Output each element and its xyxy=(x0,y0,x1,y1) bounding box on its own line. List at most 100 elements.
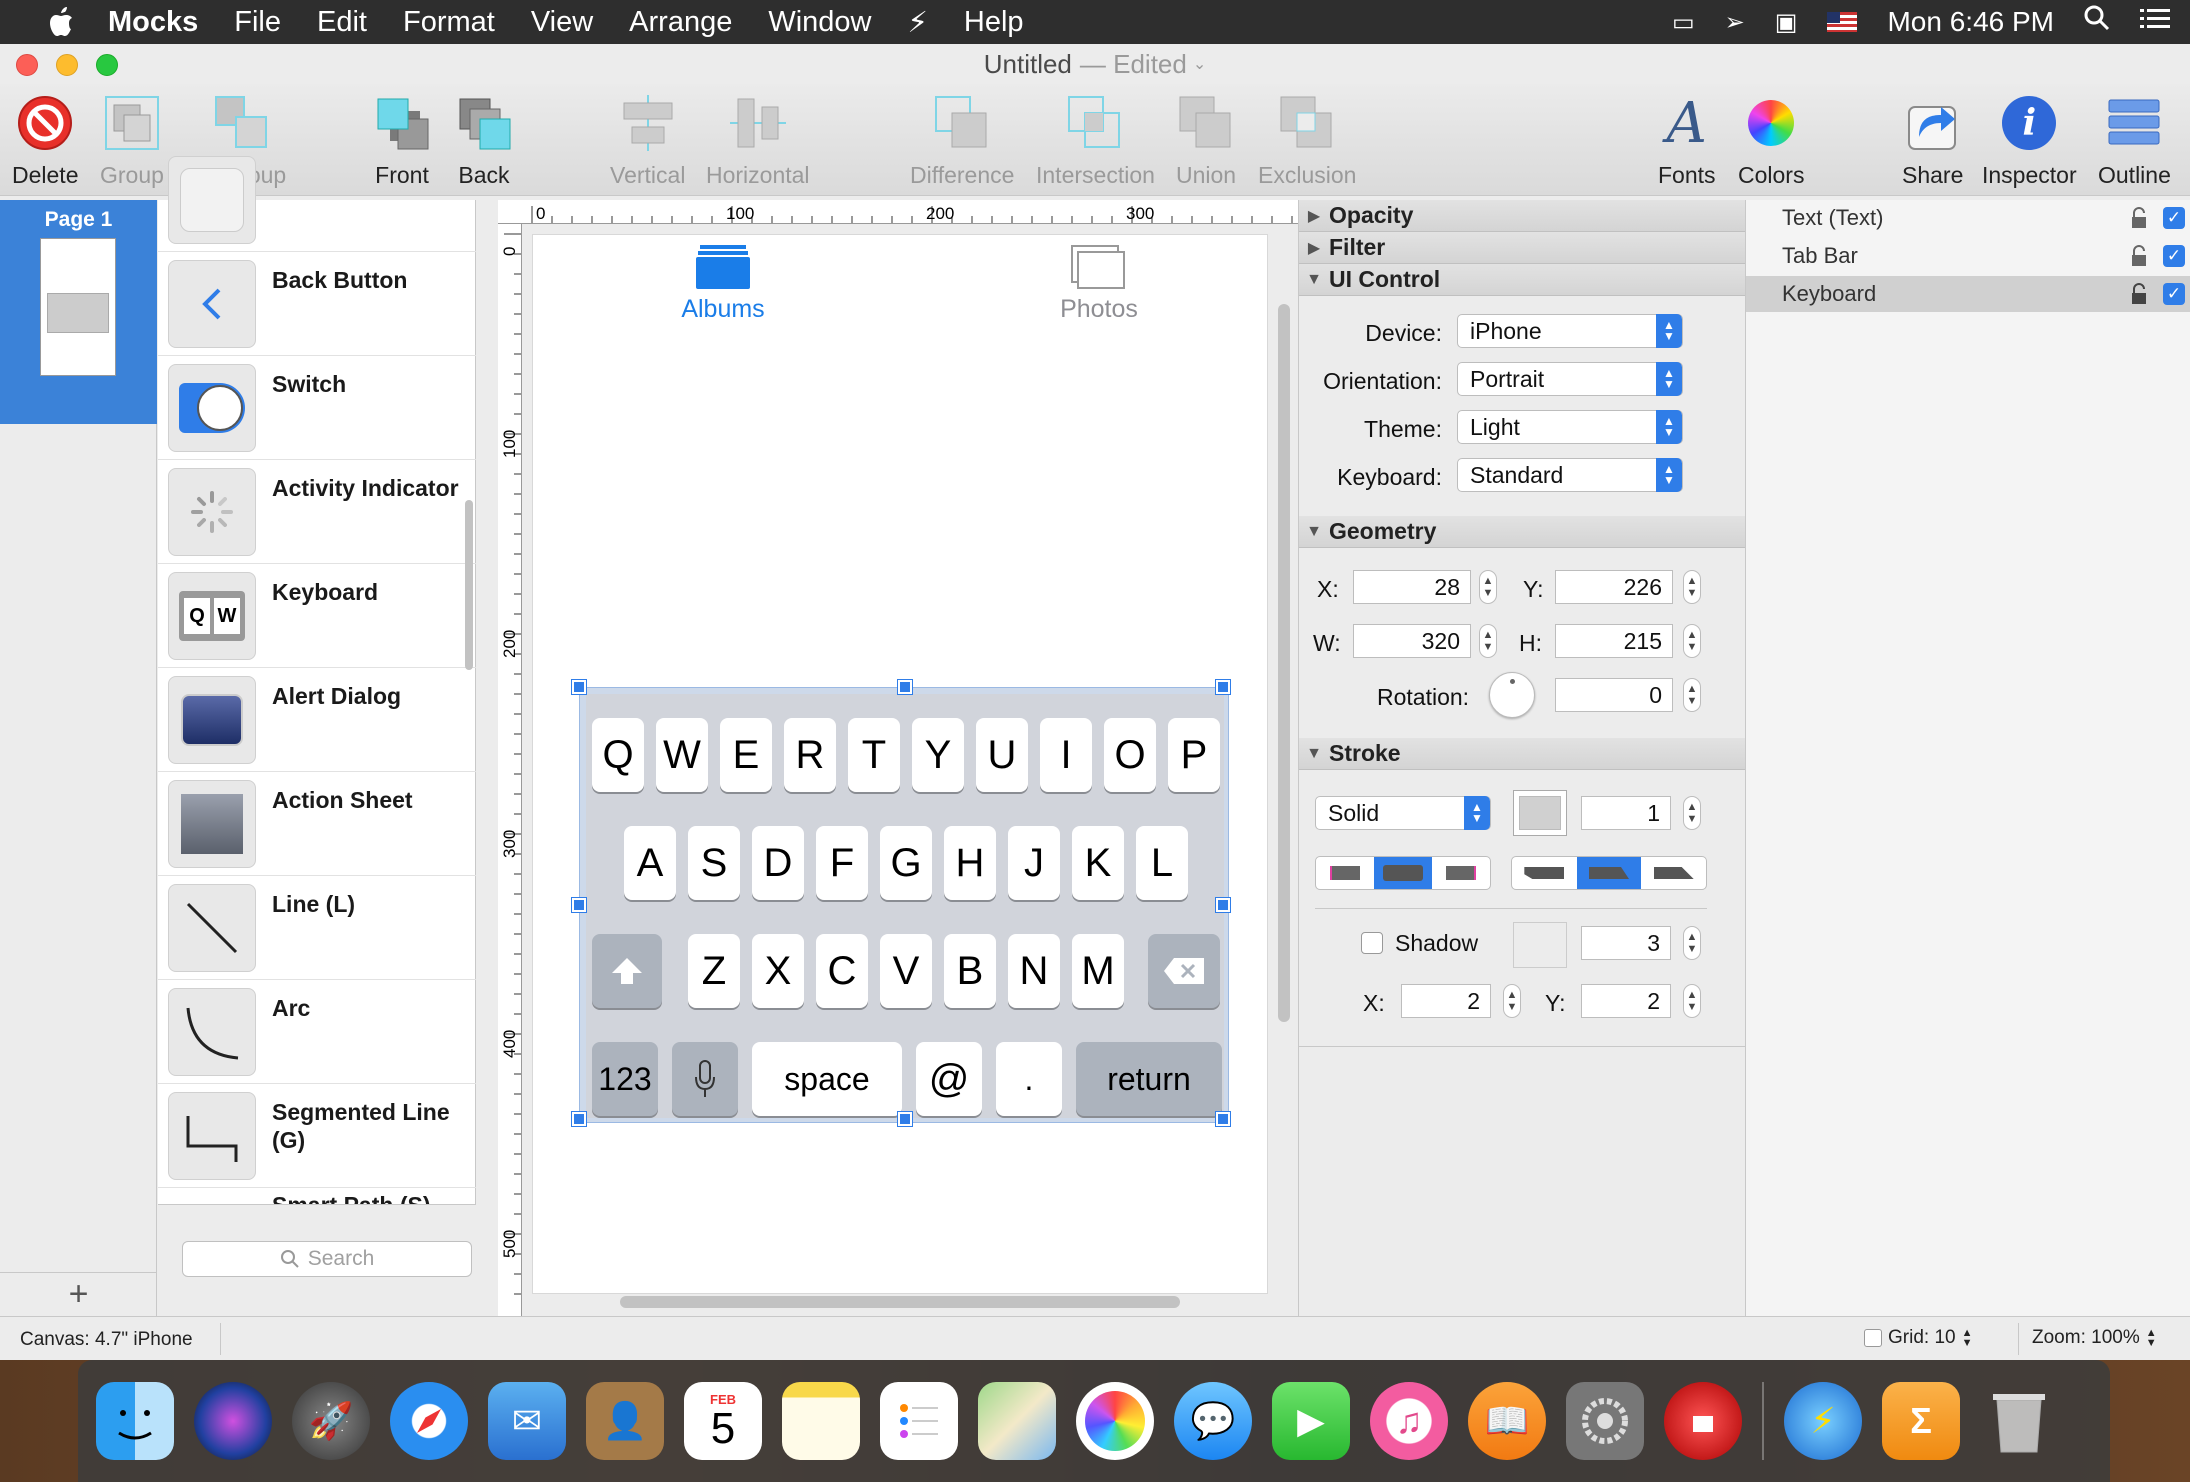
key-o[interactable]: O xyxy=(1104,718,1156,792)
dot-key[interactable]: . xyxy=(996,1042,1062,1116)
width-field[interactable]: 320 xyxy=(1353,624,1471,658)
resize-handle-mr[interactable] xyxy=(1215,897,1231,913)
orientation-select[interactable]: Portrait ▲ ▼ xyxy=(1457,362,1683,396)
colors-button[interactable]: Colors xyxy=(1738,90,1804,189)
shadow-x-field[interactable]: 2 xyxy=(1401,984,1491,1018)
mock-tab-albums[interactable]: Albums xyxy=(663,245,783,335)
shadow-blur-stepper[interactable]: ▲ ▼ xyxy=(1683,926,1701,960)
spotlight-search-icon[interactable] xyxy=(2084,5,2110,39)
shadow-color-well[interactable] xyxy=(1513,922,1567,968)
ui-control-section-header[interactable]: ▼ UI Control xyxy=(1299,264,1745,296)
opacity-section-header[interactable]: ▶ Opacity xyxy=(1299,200,1745,232)
mocks-app-icon[interactable] xyxy=(1664,1382,1742,1460)
theme-select[interactable]: Light ▲ ▼ xyxy=(1457,410,1683,444)
lock-icon[interactable] xyxy=(2131,245,2147,267)
key-f[interactable]: F xyxy=(816,826,868,900)
shift-key[interactable] xyxy=(592,934,662,1008)
width-stepper[interactable]: ▲ ▼ xyxy=(1479,624,1497,658)
zoom-control[interactable]: Zoom: 100% ▲ ▼ xyxy=(2032,1327,2157,1349)
calendar-icon[interactable]: FEB 5 xyxy=(684,1382,762,1460)
round-cap-icon[interactable] xyxy=(1576,857,1642,889)
flag-icon[interactable] xyxy=(1827,12,1858,32)
ibooks-icon[interactable]: 📖 xyxy=(1468,1382,1546,1460)
intersection-button[interactable]: Intersection xyxy=(1036,90,1155,189)
design-canvas[interactable]: Albums Photos Q W E R T Y U I O P A S D … xyxy=(532,234,1268,1294)
height-field[interactable]: 215 xyxy=(1555,624,1673,658)
itunes-icon[interactable]: ♫ xyxy=(1370,1382,1448,1460)
shadow-y-field[interactable]: 2 xyxy=(1581,984,1671,1018)
y-stepper[interactable]: ▲ ▼ xyxy=(1683,570,1701,604)
key-e[interactable]: E xyxy=(720,718,772,792)
notes-icon[interactable] xyxy=(782,1382,860,1460)
keyboard-type-select[interactable]: Standard ▲ ▼ xyxy=(1457,458,1683,492)
window-title[interactable]: Untitled xyxy=(984,49,1072,80)
shadow-y-stepper[interactable]: ▲ ▼ xyxy=(1683,984,1701,1018)
square-cap-icon[interactable] xyxy=(1641,857,1706,889)
outline-item-text[interactable]: Text (Text) ✓ xyxy=(1746,200,2190,236)
key-r[interactable]: R xyxy=(784,718,836,792)
mail-icon[interactable]: ✉ xyxy=(488,1382,566,1460)
page-thumbnail-1[interactable]: Page 1 xyxy=(0,200,157,424)
library-item-line[interactable]: Line (L) xyxy=(158,876,476,980)
rotation-stepper[interactable]: ▲ ▼ xyxy=(1683,678,1701,712)
key-l[interactable]: L xyxy=(1136,826,1188,900)
share-button[interactable]: Share xyxy=(1902,90,1963,189)
stroke-outside-icon[interactable] xyxy=(1432,857,1490,889)
stroke-width-field[interactable]: 1 xyxy=(1581,796,1671,830)
add-page-button[interactable]: + xyxy=(0,1272,157,1316)
key-i[interactable]: I xyxy=(1040,718,1092,792)
resize-handle-bm[interactable] xyxy=(897,1111,913,1127)
library-item-arc[interactable]: Arc xyxy=(158,980,476,1084)
location-icon[interactable]: ➢ xyxy=(1725,8,1745,37)
stroke-style-select[interactable]: Solid ▲ ▼ xyxy=(1315,796,1491,830)
align-vertical-button[interactable]: Vertical xyxy=(610,90,685,189)
height-stepper[interactable]: ▲ ▼ xyxy=(1683,624,1701,658)
grid-control[interactable]: Grid: 10 ▲ ▼ xyxy=(1864,1327,1972,1349)
key-s[interactable]: S xyxy=(688,826,740,900)
key-h[interactable]: H xyxy=(944,826,996,900)
space-key[interactable]: space xyxy=(752,1042,902,1116)
menu-app-name[interactable]: Mocks xyxy=(90,6,216,39)
key-v[interactable]: V xyxy=(880,934,932,1008)
menu-clock[interactable]: Mon 6:46 PM xyxy=(1887,6,2054,38)
mock-tab-photos[interactable]: Photos xyxy=(1039,245,1159,335)
safari-icon[interactable] xyxy=(390,1382,468,1460)
numbers-key[interactable]: 123 xyxy=(592,1042,658,1116)
difference-button[interactable]: Difference xyxy=(910,90,1014,189)
facetime-icon[interactable]: ▶ xyxy=(1272,1382,1350,1460)
rotation-knob[interactable] xyxy=(1489,672,1535,718)
library-item-activity-indicator[interactable]: Activity Indicator xyxy=(158,460,476,564)
stroke-center-icon[interactable] xyxy=(1374,857,1432,889)
zoom-stepper-icon[interactable]: ▲ ▼ xyxy=(2146,1328,2157,1349)
library-item-keyboard[interactable]: QW Keyboard xyxy=(158,564,476,668)
key-n[interactable]: N xyxy=(1008,934,1060,1008)
key-j[interactable]: J xyxy=(1008,826,1060,900)
grid-stepper-icon[interactable]: ▲ ▼ xyxy=(1962,1328,1973,1349)
menu-help[interactable]: Help xyxy=(946,6,1042,39)
key-m[interactable]: M xyxy=(1072,934,1124,1008)
key-x[interactable]: X xyxy=(752,934,804,1008)
outline-item-keyboard[interactable]: Keyboard ✓ xyxy=(1746,276,2190,312)
menu-arrange[interactable]: Arrange xyxy=(611,6,750,39)
resize-handle-tl[interactable] xyxy=(571,679,587,695)
downloads-folder-icon[interactable]: Σ xyxy=(1882,1382,1960,1460)
key-w[interactable]: W xyxy=(656,718,708,792)
x-stepper[interactable]: ▲ ▼ xyxy=(1479,570,1497,604)
lightning-menu-icon[interactable]: ⚡ xyxy=(890,5,946,40)
delete-key[interactable] xyxy=(1148,934,1220,1008)
siri-icon[interactable] xyxy=(194,1382,272,1460)
key-y[interactable]: Y xyxy=(912,718,964,792)
notification-center-icon[interactable] xyxy=(2140,6,2170,39)
exclusion-button[interactable]: Exclusion xyxy=(1258,90,1356,189)
key-d[interactable]: D xyxy=(752,826,804,900)
window-title-status[interactable]: — Edited xyxy=(1080,49,1187,80)
library-item-segmented-line[interactable]: Segmented Line (G) xyxy=(158,1084,476,1188)
system-preferences-icon[interactable] xyxy=(1566,1382,1644,1460)
visibility-checkbox[interactable]: ✓ xyxy=(2163,245,2185,267)
apple-menu-icon[interactable] xyxy=(40,2,80,42)
stroke-color-well[interactable] xyxy=(1513,790,1567,836)
library-item-alert-dialog[interactable]: Alert Dialog xyxy=(158,668,476,772)
canvas-vertical-scrollbar[interactable] xyxy=(1278,304,1290,1022)
visibility-checkbox[interactable]: ✓ xyxy=(2163,283,2185,305)
stroke-cap-segmented[interactable] xyxy=(1511,856,1707,890)
